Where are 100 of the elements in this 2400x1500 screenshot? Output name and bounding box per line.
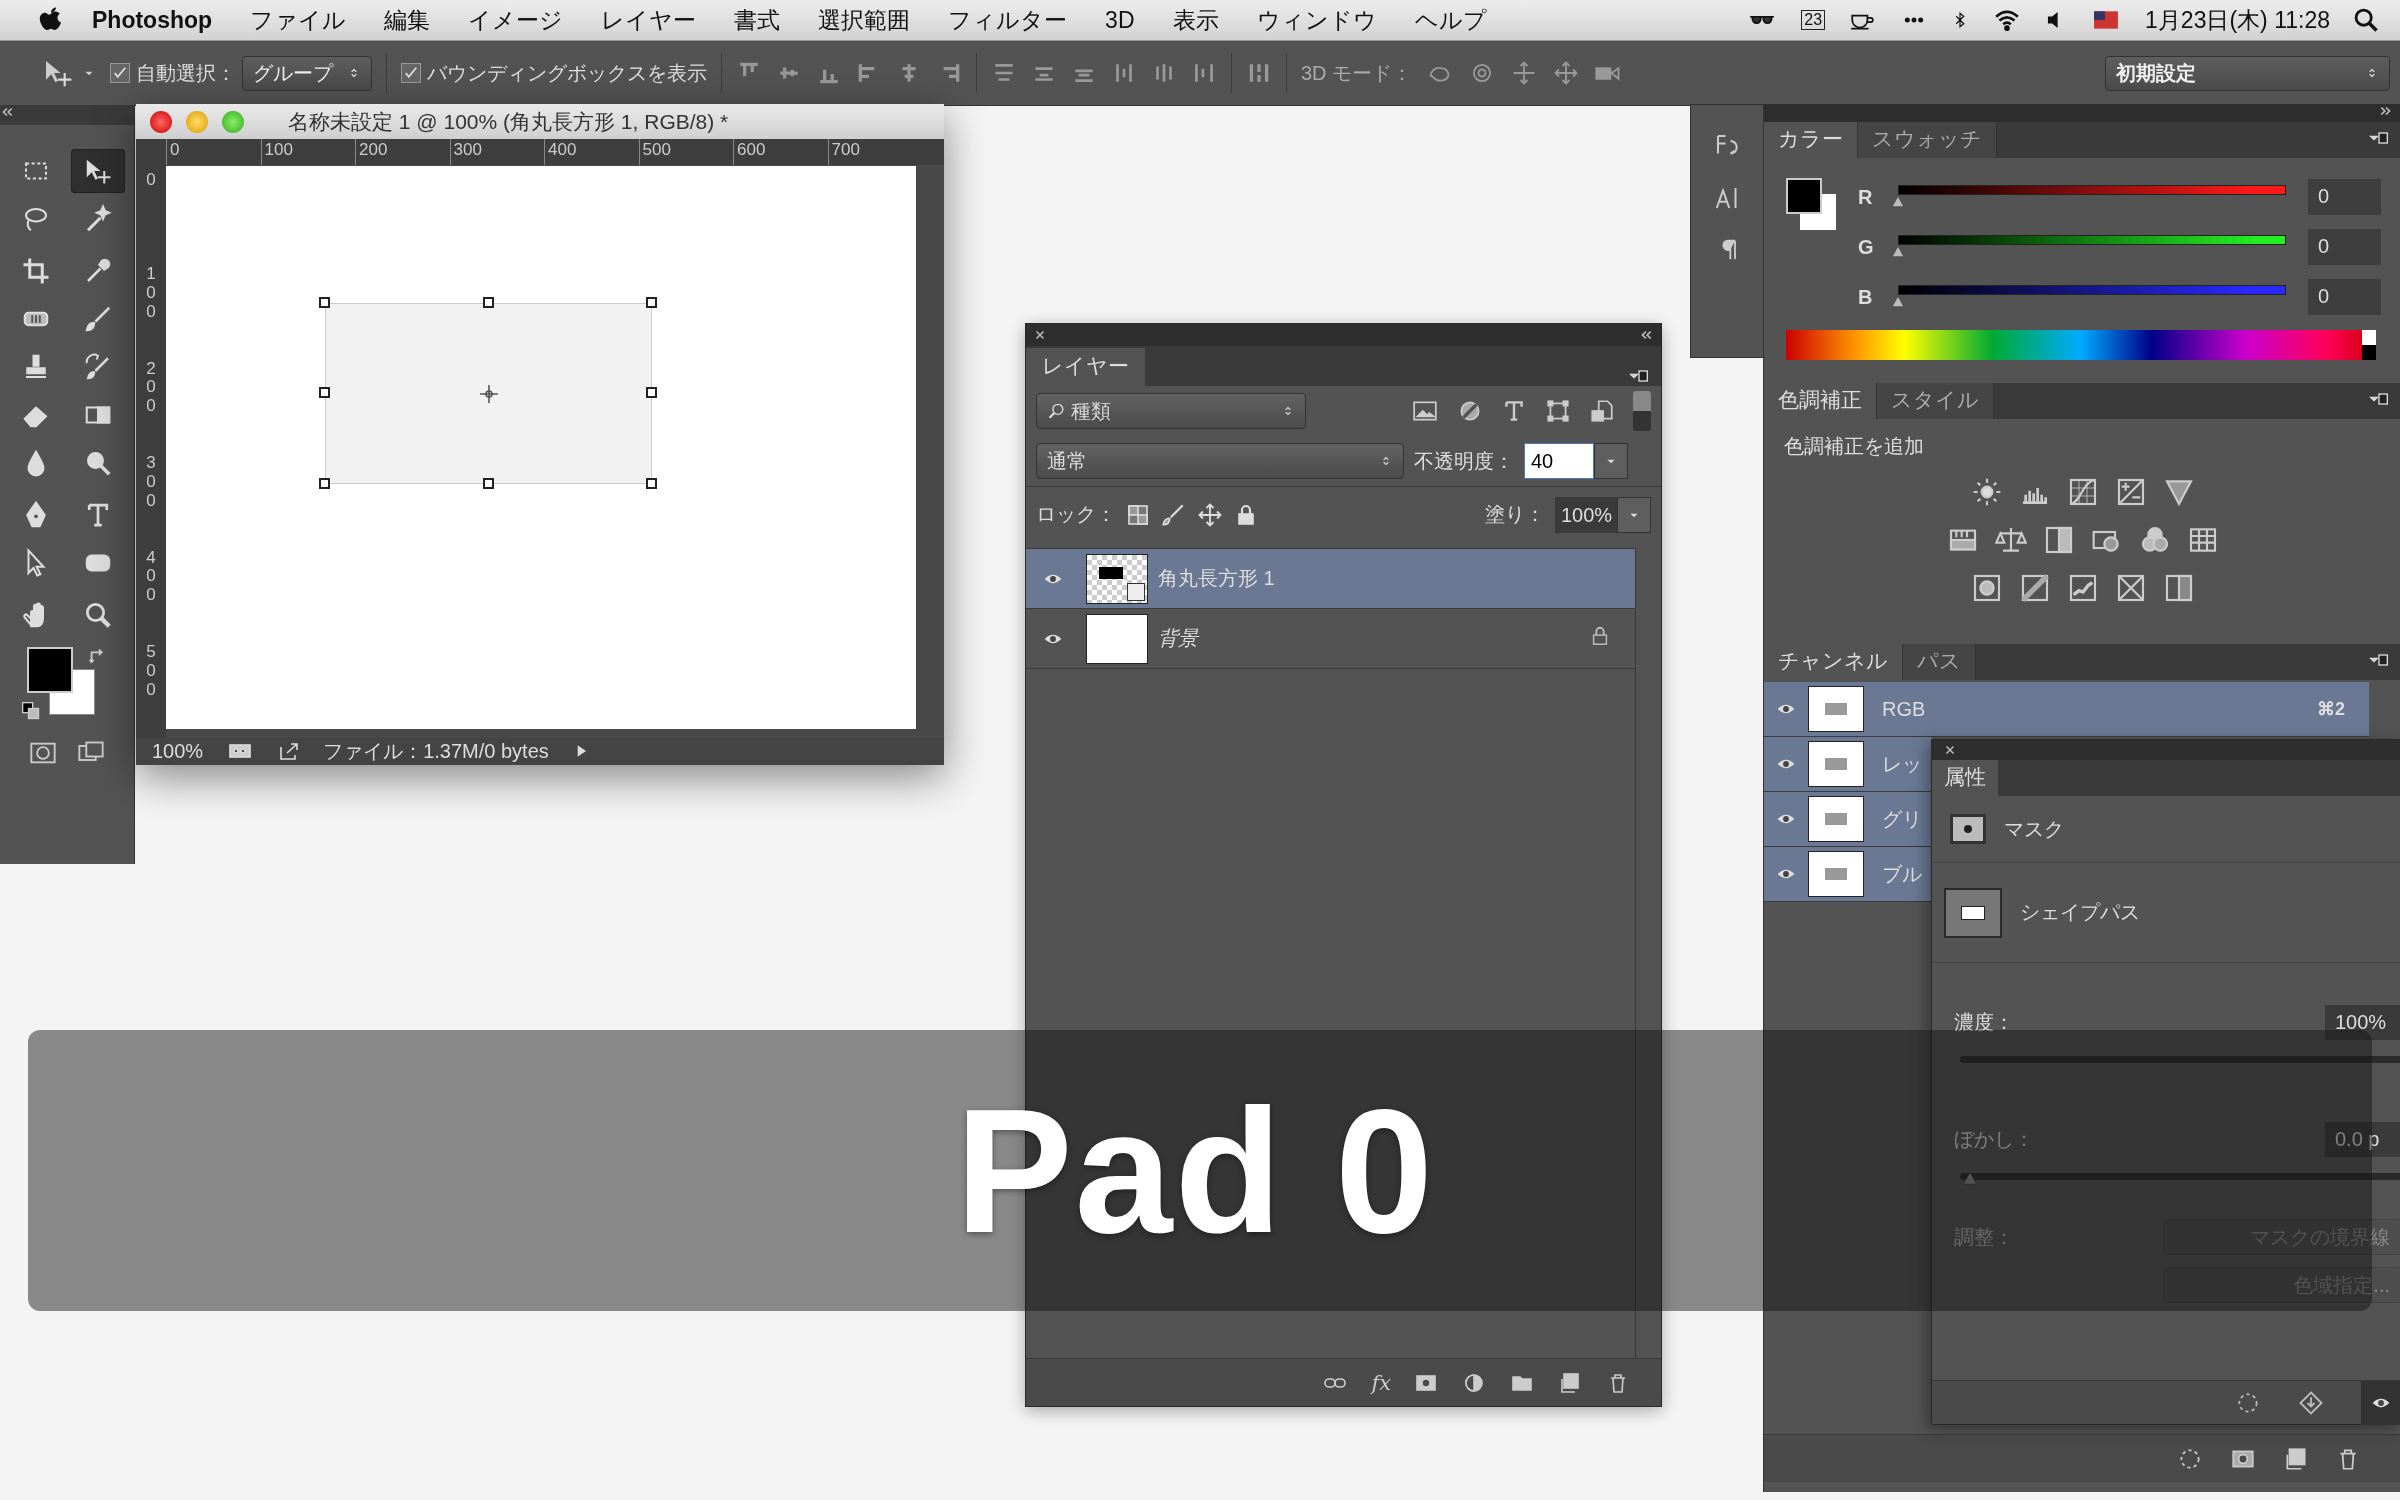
bounding-box-label: バウンディングボックスを表示	[427, 60, 707, 86]
3d-mode-label: 3D モード：	[1301, 60, 1413, 86]
layer-name: 背景	[1158, 626, 1201, 651]
layer-row[interactable]: 背景	[1026, 609, 1635, 669]
channel-label: R	[1858, 185, 1874, 209]
transform-handle[interactable]	[319, 387, 330, 399]
calendar-icon[interactable]: 23	[1801, 10, 1826, 30]
workspace-dropdown[interactable]: 初期設定	[2105, 55, 2390, 91]
shortcut-label: ⌘2	[2317, 698, 2345, 720]
ruler-label: 100	[260, 139, 355, 165]
collapse-icon[interactable]	[1639, 328, 1653, 342]
layer-thumbnail[interactable]	[1086, 553, 1148, 604]
menu-item[interactable]: 3D	[1086, 6, 1154, 34]
crop-icon	[21, 256, 51, 286]
menu-item[interactable]: 書式	[715, 4, 800, 36]
zoom-level[interactable]: 100%	[152, 739, 204, 763]
panel-tab[interactable]: カラー	[1764, 122, 1858, 158]
pixel-mask-button[interactable]	[1950, 814, 1986, 844]
checkbox[interactable]	[401, 63, 421, 83]
panel-tab[interactable]: パス	[1903, 644, 1976, 680]
density-field[interactable]: 100%	[2325, 1005, 2400, 1040]
auto-select-label: 自動選択：	[136, 60, 236, 86]
transform-handle[interactable]	[319, 477, 330, 489]
value-field[interactable]: 0	[2307, 179, 2381, 215]
opacity-label: 不透明度：	[1414, 448, 1514, 474]
fill-field[interactable]: 100%	[1555, 496, 1617, 533]
search-icon[interactable]	[2352, 6, 2380, 34]
layer-thumbnail[interactable]	[1086, 613, 1148, 664]
channel-name: ブル	[1882, 861, 1922, 887]
smart-object-icon[interactable]	[1589, 398, 1615, 424]
transform-handle[interactable]	[482, 296, 494, 308]
app-menu[interactable]: Photoshop	[66, 6, 232, 34]
value-field[interactable]: 0	[2307, 279, 2381, 315]
close-icon[interactable]	[1034, 329, 1046, 341]
mask-label: マスク	[2004, 816, 2064, 842]
value-field[interactable]: 0	[2307, 229, 2381, 265]
menu-item[interactable]: イメージ	[449, 4, 583, 36]
auto-select-dropdown[interactable]: グループ	[242, 55, 372, 91]
transform-handle[interactable]	[482, 477, 494, 489]
menu-item[interactable]: レイヤー	[582, 4, 716, 36]
lock-transparency-icon[interactable]	[1126, 502, 1150, 527]
checkbox[interactable]	[110, 63, 130, 83]
zoom-icon	[83, 600, 113, 630]
color-swatches[interactable]	[1786, 178, 1836, 230]
fill-label: 塗り：	[1485, 502, 1545, 527]
close-button[interactable]	[150, 110, 172, 133]
menu-item[interactable]: ヘルプ	[1395, 4, 1506, 36]
transform-handle[interactable]	[646, 477, 657, 489]
channel-thumbnail	[1808, 796, 1864, 842]
default-colors-icon[interactable]	[21, 701, 41, 721]
ruler-label: 300	[145, 454, 157, 512]
menu-item[interactable]: 編集	[365, 4, 450, 36]
color-swatches[interactable]	[27, 647, 95, 715]
transform-handle[interactable]	[646, 387, 657, 399]
tool-button[interactable]	[71, 149, 125, 193]
ruler-label: 400	[145, 548, 157, 606]
menu-clock[interactable]: 1月23日(木) 11:28	[2145, 4, 2330, 36]
panel-tab[interactable]: 属性	[1932, 760, 1998, 796]
feather-field[interactable]: 0.0 p	[2325, 1122, 2400, 1157]
vector-mask-button[interactable]	[1944, 887, 2002, 938]
panel-tab[interactable]: スウォッチ	[1858, 122, 1997, 158]
menu-item[interactable]: フィルター	[929, 4, 1087, 36]
color-spectrum[interactable]	[1786, 330, 2376, 360]
fx-button[interactable]: fx	[1371, 1370, 1391, 1395]
opacity-field[interactable]: 40	[1524, 443, 1594, 479]
ruler-label: 300	[449, 139, 544, 165]
channel-label: G	[1858, 235, 1875, 259]
menu-item[interactable]: 表示	[1153, 4, 1238, 36]
expand-icon[interactable]	[2379, 104, 2393, 118]
collapse-icon[interactable]	[0, 105, 14, 119]
panel-tab[interactable]: 色調補正	[1764, 383, 1877, 419]
ruler-label: 500	[638, 139, 733, 165]
ruler-label: 200	[145, 359, 157, 417]
channel-name: グリ	[1882, 806, 1922, 832]
new-channel-icon[interactable]	[2283, 1445, 2309, 1472]
ruler-label: 100	[145, 265, 157, 323]
image-filter-icon[interactable]	[1411, 398, 1439, 424]
channel-name: レッ	[1882, 751, 1922, 777]
blend-mode-dropdown[interactable]: 通常	[1036, 443, 1404, 479]
transform-handle[interactable]	[646, 296, 657, 308]
menu-item[interactable]: ファイル	[231, 4, 366, 36]
close-icon[interactable]	[1944, 744, 1956, 756]
filter-dropdown[interactable]: 種類	[1036, 393, 1306, 429]
panel-tab[interactable]: スタイル	[1877, 383, 1994, 419]
panel-tab[interactable]: レイヤー	[1026, 348, 1145, 386]
panel-tab[interactable]: チャンネル	[1764, 644, 1903, 680]
brush-icon	[83, 304, 113, 334]
channel-thumbnail	[1808, 686, 1864, 732]
density-label: 濃度：	[1954, 1010, 2014, 1035]
filter-toggle[interactable]	[1633, 391, 1651, 431]
panel-heading: 色調補正を追加	[1784, 434, 1925, 459]
feather-label: ぼかし：	[1954, 1127, 2034, 1152]
menu-item[interactable]: ウィンドウ	[1237, 4, 1396, 36]
ruler-label: 0	[145, 170, 157, 191]
menu-item[interactable]: 選択範囲	[799, 4, 930, 36]
shape-filter-icon[interactable]	[1545, 398, 1571, 424]
transform-handle[interactable]	[319, 296, 330, 308]
layer-name: 角丸長方形 1	[1158, 566, 1276, 591]
ruler-label: 700	[827, 139, 922, 165]
channel-thumbnail	[1808, 851, 1864, 897]
